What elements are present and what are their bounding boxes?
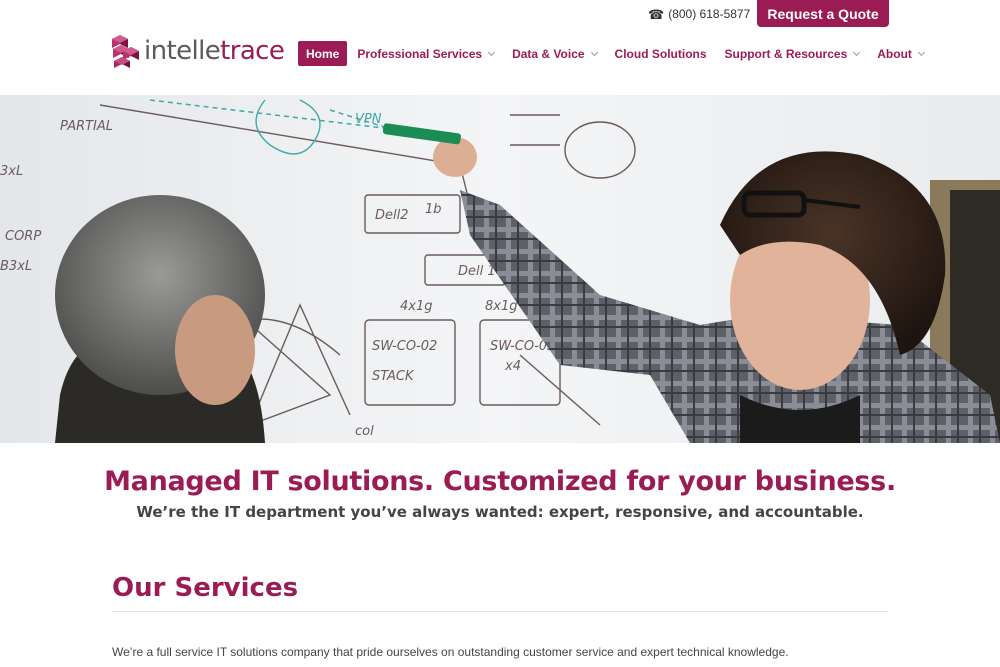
whiteboard-text: 3xL — [0, 164, 23, 179]
section-divider — [112, 611, 888, 612]
site-logo[interactable]: intelletrace — [112, 33, 285, 69]
nav-item-about[interactable]: About — [869, 41, 932, 66]
whiteboard-text: STACK — [372, 369, 415, 384]
whiteboard-text: x4 — [504, 359, 521, 374]
hero-subheadline: We’re the IT department you’ve always wa… — [136, 503, 864, 521]
whiteboard-text: B3xL — [0, 259, 32, 274]
nav-item-home[interactable]: Home — [298, 41, 348, 66]
whiteboard-text: VPN — [355, 112, 382, 127]
whiteboard-text: SW-CO-02 — [372, 339, 437, 354]
logo-wordmark: intelletrace — [144, 36, 285, 66]
hero-headline: Managed IT solutions. Customized for you… — [104, 466, 896, 497]
nav-item-support-resources[interactable]: Support & Resources — [717, 41, 868, 66]
site-header: ☎ (800) 618-5877 Request a Quote intelle… — [0, 0, 1000, 95]
chevron-down-icon — [590, 48, 598, 56]
telephone-icon: ☎ — [648, 6, 665, 22]
whiteboard-text: Dell2 — [375, 208, 409, 223]
whiteboard-text: 8x1g — [485, 299, 518, 314]
left-person — [55, 195, 265, 443]
whiteboard-text: PARTIAL — [60, 119, 113, 134]
whiteboard-text: 1b — [425, 202, 442, 217]
chevron-down-icon — [917, 48, 925, 56]
whiteboard-photo: VPN Dell2 1b Dell 10 SW-CO-02 SW-CO-03 4… — [0, 95, 1000, 443]
our-services-heading: Our Services — [112, 573, 299, 603]
chevron-down-icon — [488, 48, 496, 56]
whiteboard-text: CORP — [5, 229, 41, 244]
cube-stack-logo-icon — [112, 35, 139, 68]
hero-image: VPN Dell2 1b Dell 10 SW-CO-02 SW-CO-03 4… — [0, 95, 1000, 443]
services-intro-text: We’re a full service IT solutions compan… — [112, 645, 789, 659]
phone-number[interactable]: ☎ (800) 618-5877 — [648, 6, 750, 22]
request-quote-button[interactable]: Request a Quote — [757, 0, 889, 27]
nav-item-data-voice[interactable]: Data & Voice — [504, 41, 604, 66]
nav-item-cloud-solutions[interactable]: Cloud Solutions — [607, 41, 715, 66]
whiteboard-text: 4x1g — [400, 299, 433, 314]
chevron-down-icon — [853, 48, 861, 56]
nav-item-professional-services[interactable]: Professional Services — [349, 41, 502, 66]
phone-number-text: (800) 618-5877 — [668, 7, 751, 21]
whiteboard-text: col — [355, 424, 374, 439]
main-navigation: Home Professional Services Data & Voice … — [298, 41, 932, 66]
